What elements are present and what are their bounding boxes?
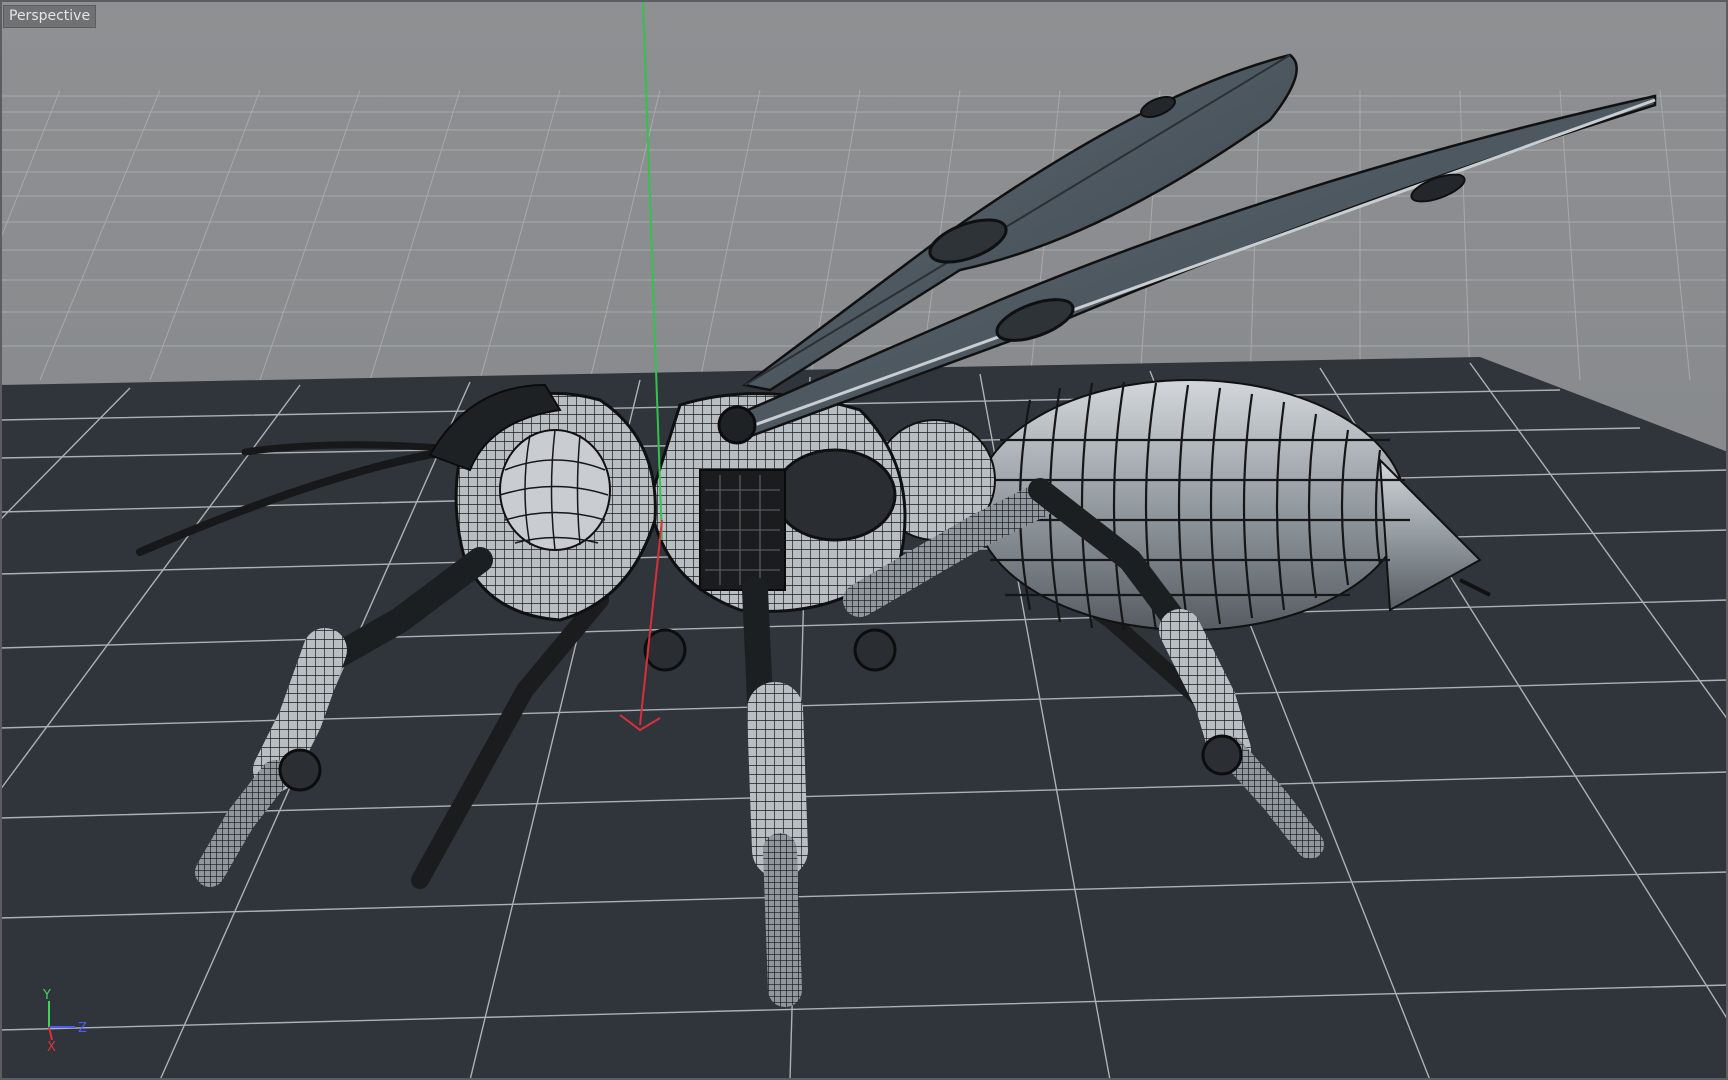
viewport-canvas[interactable]: Y Z X xyxy=(0,0,1728,1080)
axis-x-label: X xyxy=(47,1040,56,1055)
axis-y-label: Y xyxy=(42,988,51,1003)
view-name-label[interactable]: Perspective xyxy=(3,5,97,28)
axis-z-label: Z xyxy=(78,1021,87,1036)
perspective-viewport[interactable]: Y Z X Perspective xyxy=(0,0,1728,1080)
